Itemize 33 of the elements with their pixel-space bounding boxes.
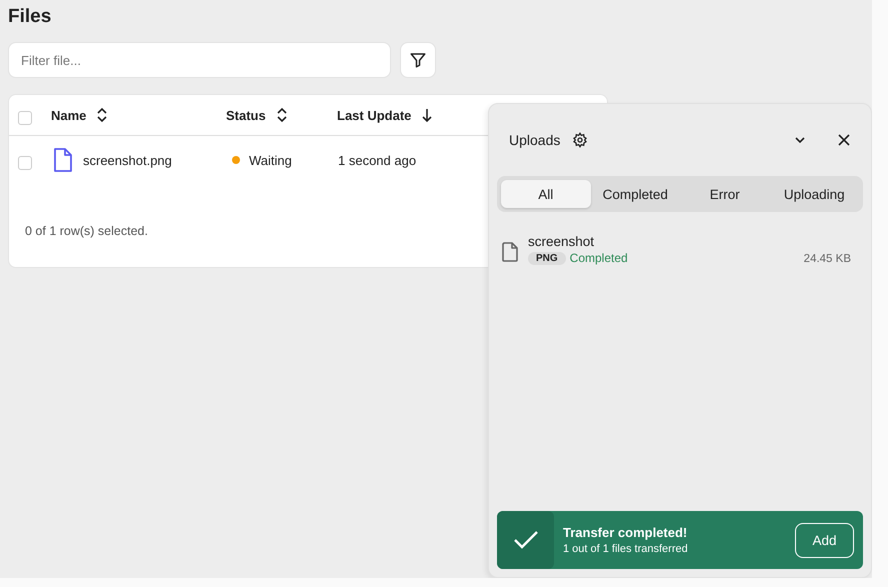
file-icon [53,148,73,172]
column-header[interactable]: Status [226,108,266,122]
tab[interactable]: Uploading [770,180,859,208]
add-button[interactable]: Add [795,522,854,558]
close-icon[interactable] [837,133,851,147]
file-icon [502,242,518,262]
toast-message: 1 out of 1 files transferred [563,543,689,555]
tab[interactable]: All [501,180,590,208]
file-type-badge: PNG [528,252,566,264]
sort-descending-icon[interactable] [421,107,434,123]
table-cell: screenshot.png [83,152,172,168]
tab[interactable]: Completed [590,180,680,208]
file-size: 24.45 KB [804,253,851,265]
checkbox[interactable] [18,111,32,125]
checkbox[interactable] [18,156,32,170]
filter-icon [409,51,427,69]
selection-count: 0 of 1 row(s) selected. [25,224,148,238]
tab[interactable]: Error [680,180,770,208]
column-header[interactable]: Last Update [337,108,412,122]
table-cell: Waiting [249,152,292,168]
toast-title: Transfer completed! [563,525,688,540]
panel-title: Uploads [509,132,560,148]
settings-icon[interactable] [572,132,588,148]
table-cell: 1 second ago [338,152,416,168]
file-name: screenshot [528,234,596,249]
upload-status: Completed [570,251,628,265]
sort-icon[interactable] [276,107,288,123]
filter-field[interactable]: Filter file... [8,42,391,78]
filter-button[interactable] [400,42,436,78]
column-header[interactable]: Name [51,108,86,122]
sort-icon[interactable] [96,107,108,123]
page-title: Files [8,6,52,28]
check-icon [497,511,554,569]
